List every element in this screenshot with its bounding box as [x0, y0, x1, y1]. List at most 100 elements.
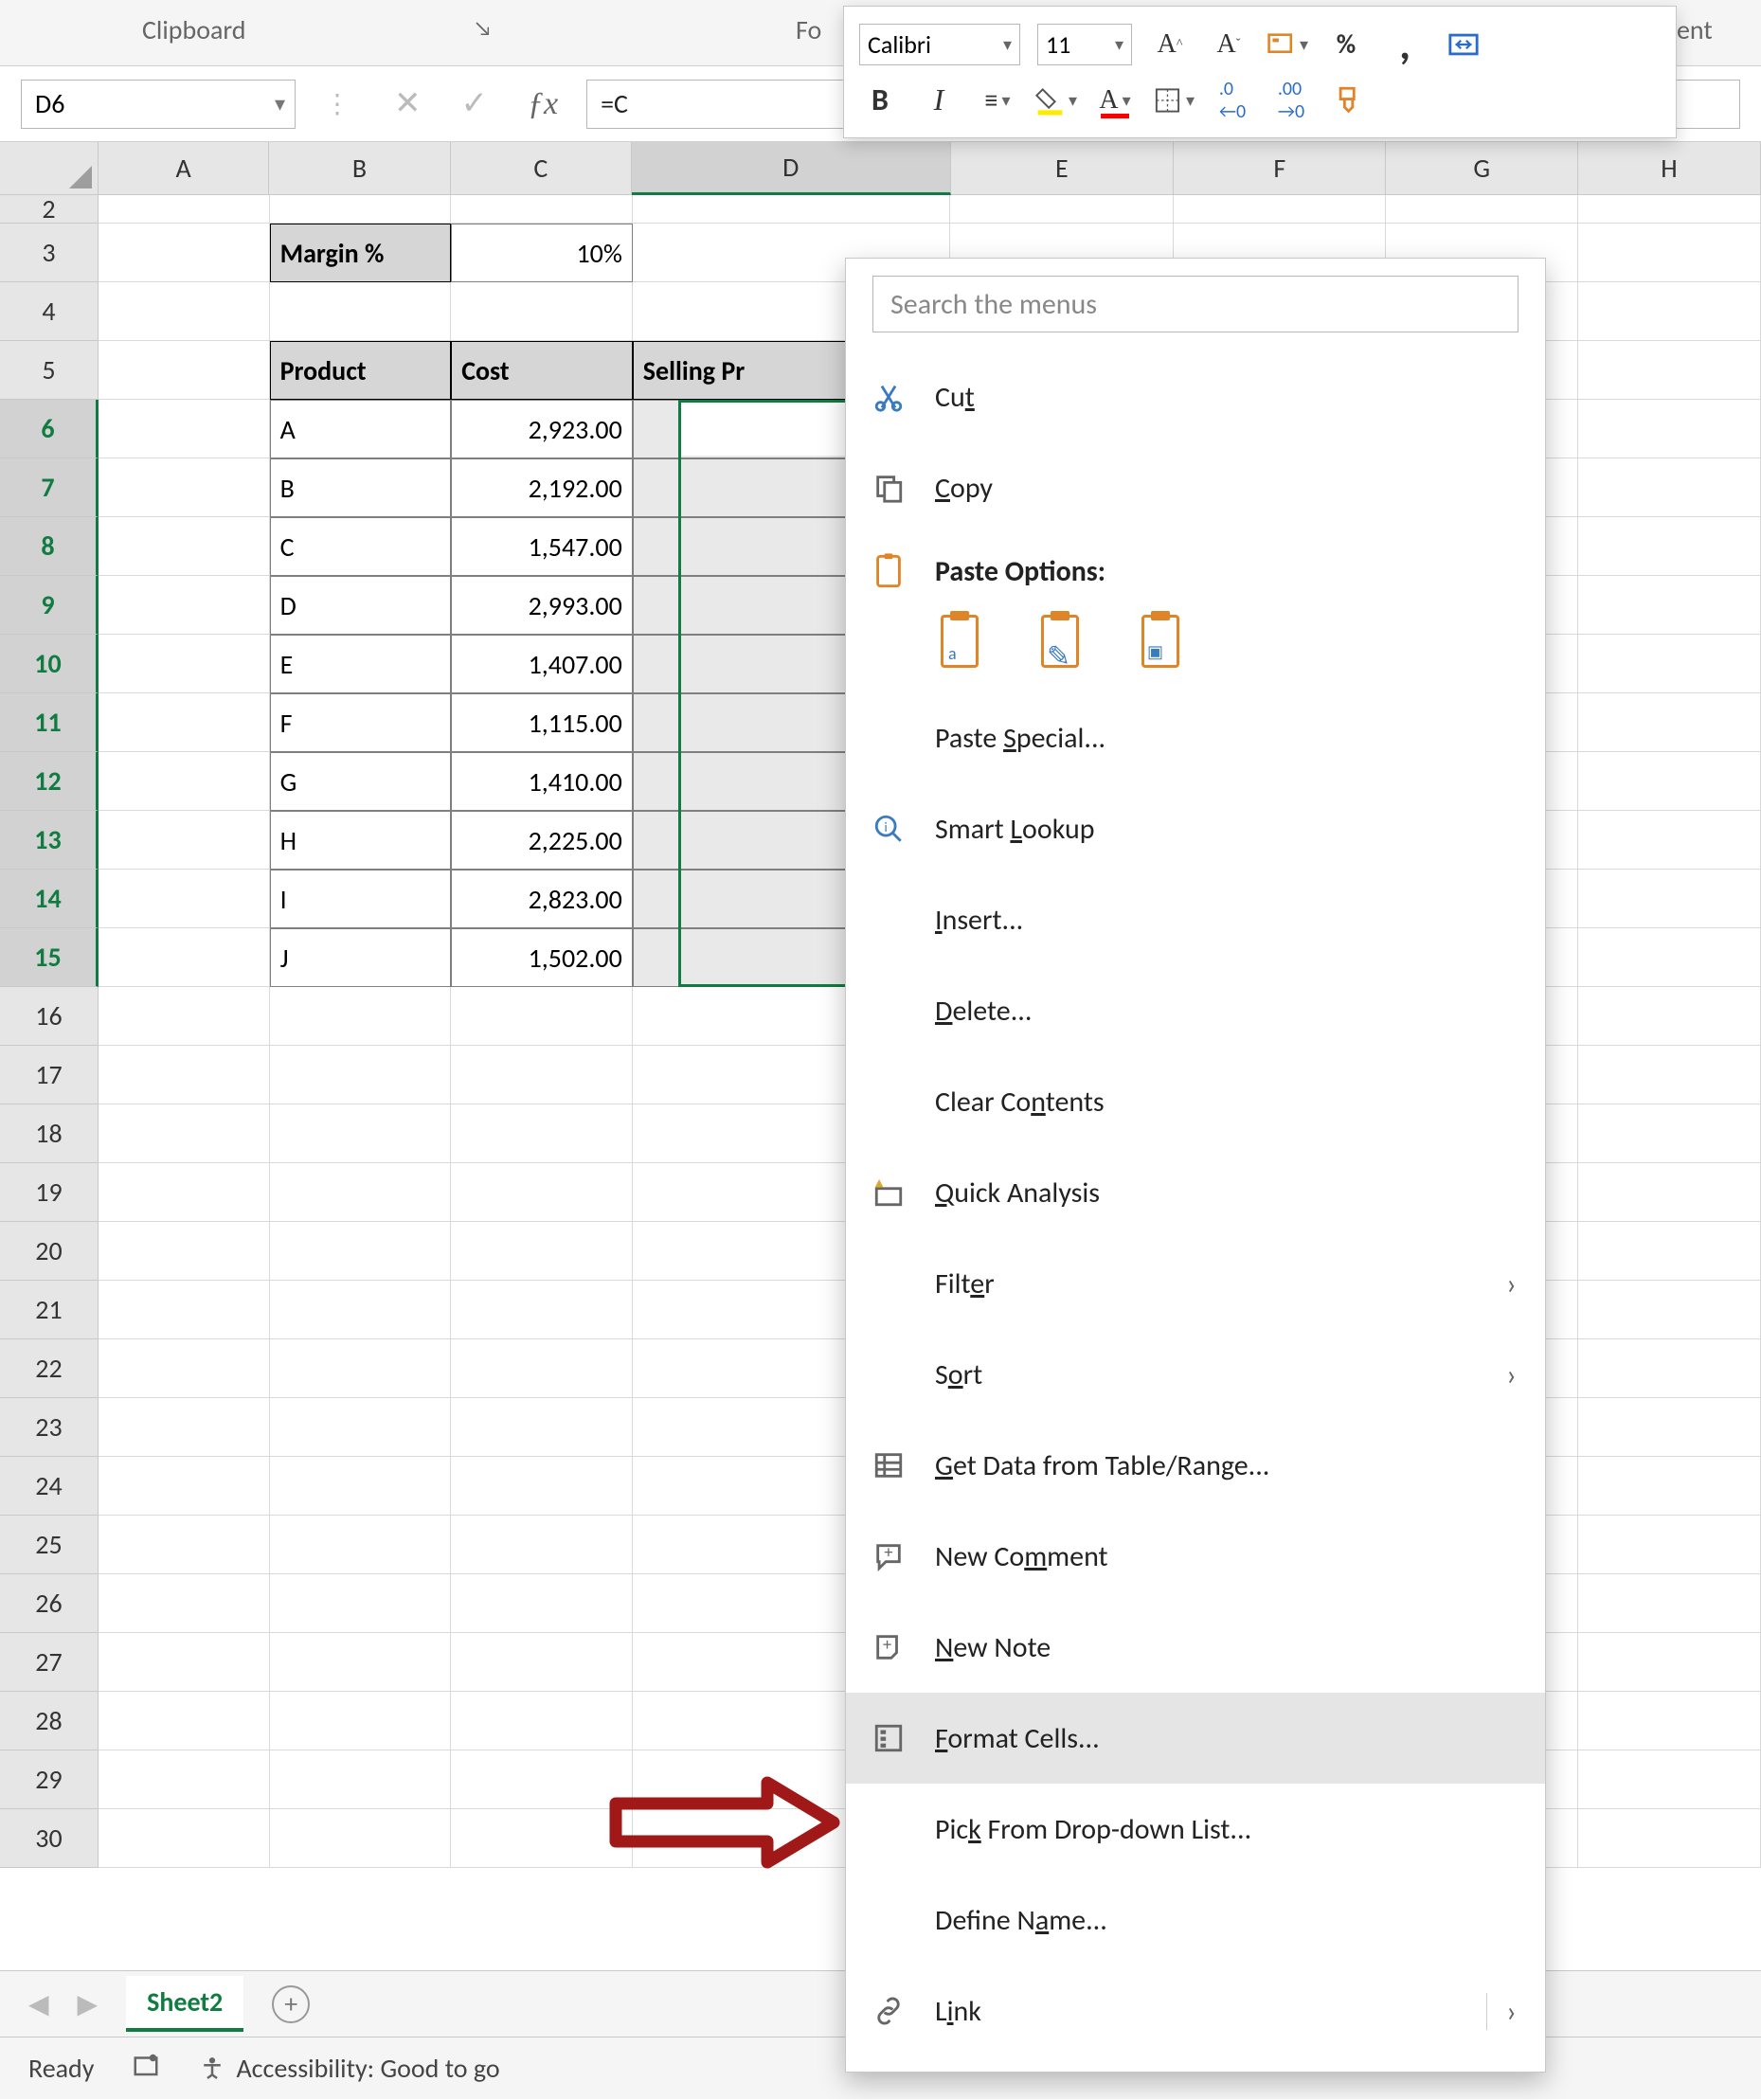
cell-A10[interactable]: [99, 635, 270, 693]
font-color-icon[interactable]: A ▾: [1094, 80, 1136, 121]
row-header-13[interactable]: 13: [0, 811, 99, 870]
cell-A8[interactable]: [99, 517, 270, 576]
cell-A7[interactable]: [99, 458, 270, 517]
row-header-2[interactable]: 2: [0, 195, 99, 224]
cell-C29[interactable]: [451, 1750, 633, 1809]
row-header-20[interactable]: 20: [0, 1222, 99, 1281]
cell-C25[interactable]: [451, 1516, 633, 1574]
fill-color-icon[interactable]: ▾: [1035, 80, 1077, 121]
sheet-nav-next-icon[interactable]: ▶: [78, 1987, 99, 2020]
cell-A30[interactable]: [99, 1809, 270, 1868]
cell-D2[interactable]: [633, 195, 951, 224]
row-header-8[interactable]: 8: [0, 517, 99, 576]
merge-center-icon[interactable]: [1443, 24, 1484, 65]
cell-A20[interactable]: [99, 1222, 270, 1281]
column-header-B[interactable]: B: [269, 142, 450, 195]
cell-C20[interactable]: [451, 1222, 633, 1281]
cell-C7[interactable]: 2,192.00: [451, 458, 633, 517]
cell-A28[interactable]: [99, 1692, 270, 1750]
cell-B14[interactable]: I: [270, 870, 452, 928]
cell-C27[interactable]: [451, 1633, 633, 1692]
row-header-15[interactable]: 15: [0, 928, 99, 987]
accessibility-status[interactable]: Accessibility: Good to go: [198, 2052, 499, 2085]
cell-H28[interactable]: [1578, 1692, 1761, 1750]
cancel-icon[interactable]: ✕: [394, 84, 422, 123]
menu-define-name[interactable]: Define Name...: [846, 1875, 1545, 1965]
cell-A21[interactable]: [99, 1281, 270, 1339]
cell-A22[interactable]: [99, 1339, 270, 1398]
cell-H27[interactable]: [1578, 1633, 1761, 1692]
cell-G2[interactable]: [1386, 195, 1578, 224]
cell-C9[interactable]: 2,993.00: [451, 576, 633, 635]
cell-H21[interactable]: [1578, 1281, 1761, 1339]
paste-formatting-icon[interactable]: ✎: [1035, 615, 1088, 675]
row-header-9[interactable]: 9: [0, 576, 99, 635]
menu-copy[interactable]: Copy: [846, 442, 1545, 533]
cell-C23[interactable]: [451, 1398, 633, 1457]
column-headers[interactable]: ABCDEFGH: [99, 142, 1761, 195]
cell-A14[interactable]: [99, 870, 270, 928]
cell-B7[interactable]: B: [270, 458, 452, 517]
drag-handle-icon[interactable]: ⋮: [324, 87, 354, 120]
cell-C26[interactable]: [451, 1574, 633, 1633]
cell-H25[interactable]: [1578, 1516, 1761, 1574]
cell-A25[interactable]: [99, 1516, 270, 1574]
menu-pick-list[interactable]: Pick From Drop-down List...: [846, 1784, 1545, 1875]
cell-C6[interactable]: 2,923.00: [451, 400, 633, 458]
column-header-E[interactable]: E: [951, 142, 1174, 195]
row-header-17[interactable]: 17: [0, 1046, 99, 1104]
cell-C21[interactable]: [451, 1281, 633, 1339]
cell-H4[interactable]: [1578, 282, 1761, 341]
decrease-font-icon[interactable]: Aˇ: [1208, 24, 1249, 65]
column-header-C[interactable]: C: [451, 142, 632, 195]
cell-A17[interactable]: [99, 1046, 270, 1104]
menu-search-input[interactable]: Search the menus: [872, 276, 1518, 332]
menu-new-note[interactable]: + New Note: [846, 1602, 1545, 1693]
cell-A11[interactable]: [99, 693, 270, 752]
cell-B12[interactable]: G: [270, 752, 452, 811]
cell-A5[interactable]: [99, 341, 270, 400]
row-header-24[interactable]: 24: [0, 1457, 99, 1516]
cell-E2[interactable]: [950, 195, 1173, 224]
cell-A16[interactable]: [99, 987, 270, 1046]
conditional-format-icon[interactable]: ▾: [1267, 24, 1308, 65]
cell-B5[interactable]: Product: [270, 341, 452, 400]
clipboard-dialog-launcher-icon[interactable]: ↘: [474, 15, 492, 41]
cell-B8[interactable]: C: [270, 517, 452, 576]
cell-A19[interactable]: [99, 1163, 270, 1222]
cell-H20[interactable]: [1578, 1222, 1761, 1281]
row-header-22[interactable]: 22: [0, 1339, 99, 1398]
cell-A9[interactable]: [99, 576, 270, 635]
sheet-nav-prev-icon[interactable]: ◀: [28, 1987, 49, 2020]
cell-H8[interactable]: [1578, 517, 1761, 576]
cell-B30[interactable]: [270, 1809, 452, 1868]
cell-H12[interactable]: [1578, 752, 1761, 811]
cell-C3[interactable]: 10%: [451, 224, 633, 282]
cell-C8[interactable]: 1,547.00: [451, 517, 633, 576]
select-all-corner[interactable]: [0, 142, 99, 195]
cell-B20[interactable]: [270, 1222, 452, 1281]
cell-A4[interactable]: [99, 282, 270, 341]
cell-B9[interactable]: D: [270, 576, 452, 635]
cell-H17[interactable]: [1578, 1046, 1761, 1104]
cell-C16[interactable]: [451, 987, 633, 1046]
row-header-4[interactable]: 4: [0, 282, 99, 341]
cell-B11[interactable]: F: [270, 693, 452, 752]
cell-H3[interactable]: [1578, 224, 1761, 282]
cell-B13[interactable]: H: [270, 811, 452, 870]
cell-H26[interactable]: [1578, 1574, 1761, 1633]
cell-B19[interactable]: [270, 1163, 452, 1222]
cell-B24[interactable]: [270, 1457, 452, 1516]
row-header-3[interactable]: 3: [0, 224, 99, 282]
cell-B15[interactable]: J: [270, 928, 452, 987]
cell-C30[interactable]: [451, 1809, 633, 1868]
italic-icon[interactable]: I: [918, 80, 960, 121]
cell-B2[interactable]: [270, 195, 452, 224]
row-header-21[interactable]: 21: [0, 1281, 99, 1339]
row-header-11[interactable]: 11: [0, 693, 99, 752]
menu-clear-contents[interactable]: Clear Contents: [846, 1056, 1545, 1147]
column-header-H[interactable]: H: [1578, 142, 1761, 195]
row-header-27[interactable]: 27: [0, 1633, 99, 1692]
paste-icon[interactable]: a: [935, 615, 988, 675]
cell-B16[interactable]: [270, 987, 452, 1046]
